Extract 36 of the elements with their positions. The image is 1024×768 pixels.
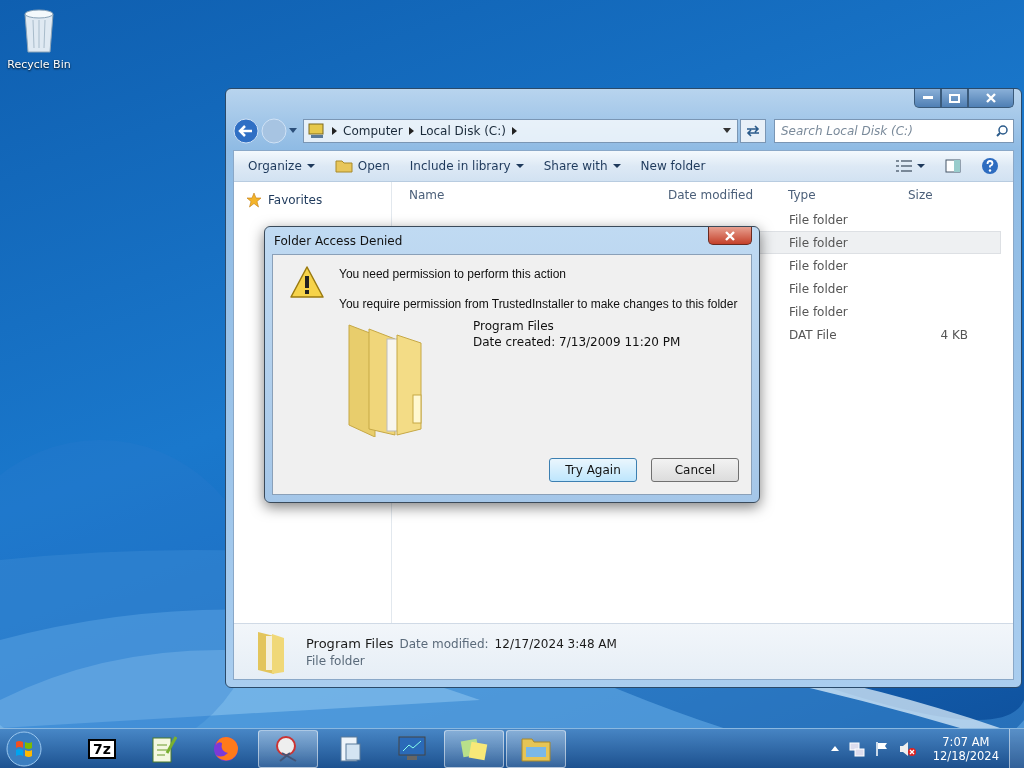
table-cell-text: File folder xyxy=(788,235,849,250)
file-name: Program Files xyxy=(306,635,394,651)
toolbar-button[interactable]: New folder xyxy=(632,156,714,176)
folder-date: Date created: 7/13/2009 11:20 PM xyxy=(473,335,681,349)
clock[interactable]: 7:07 AM 12/18/2024 xyxy=(932,734,999,763)
table-cell-text: DAT File xyxy=(788,327,838,342)
desktop-icon-label[interactable]: Recycle Bin xyxy=(7,58,71,71)
column-header[interactable]: Name xyxy=(392,188,662,202)
archive-icon: 7z xyxy=(88,738,116,759)
toolbar-button[interactable]: Open xyxy=(326,156,398,176)
dialog-heading: You need permission to perform this action xyxy=(339,267,567,281)
clock-time: 7:07 AM xyxy=(942,734,990,749)
toolbar-button[interactable]: Share with xyxy=(535,156,629,176)
toolbar-button[interactable]: Organize xyxy=(240,156,323,176)
search-field[interactable]: Search Local Disk (C:) xyxy=(774,119,1014,143)
toolbar-button[interactable]: Include in library xyxy=(401,156,532,176)
breadcrumb[interactable]: Local Disk (C:) xyxy=(419,124,506,138)
dialog-button[interactable]: Try Again xyxy=(549,458,637,482)
field-label: Date modified: xyxy=(399,636,489,651)
window-title: Folder Access Denied xyxy=(274,233,403,248)
file-type: File folder xyxy=(306,653,366,668)
field-value: 12/17/2024 3:48 AM xyxy=(494,636,617,651)
column-header[interactable]: Type xyxy=(782,188,902,202)
nav-item[interactable]: Favorites xyxy=(246,192,391,208)
address-bar[interactable]: Computer Local Disk (C:) xyxy=(303,119,738,143)
column-header[interactable]: Date modified xyxy=(662,188,782,202)
table-cell-text: 4 KB xyxy=(939,327,969,342)
taskbar-button[interactable]: 7z xyxy=(72,729,132,768)
table-cell-text: File folder xyxy=(788,212,849,227)
clock-date: 12/18/2024 xyxy=(932,748,999,763)
dialog-message: You require permission from TrustedInstaller to make changes to this folder xyxy=(339,297,738,311)
breadcrumb[interactable]: Computer xyxy=(343,124,403,138)
folder-name: Program Files xyxy=(473,319,555,333)
table-cell-text: File folder xyxy=(788,281,849,296)
column-header[interactable]: Size xyxy=(902,188,977,202)
dialog-button[interactable]: Cancel xyxy=(651,458,739,482)
